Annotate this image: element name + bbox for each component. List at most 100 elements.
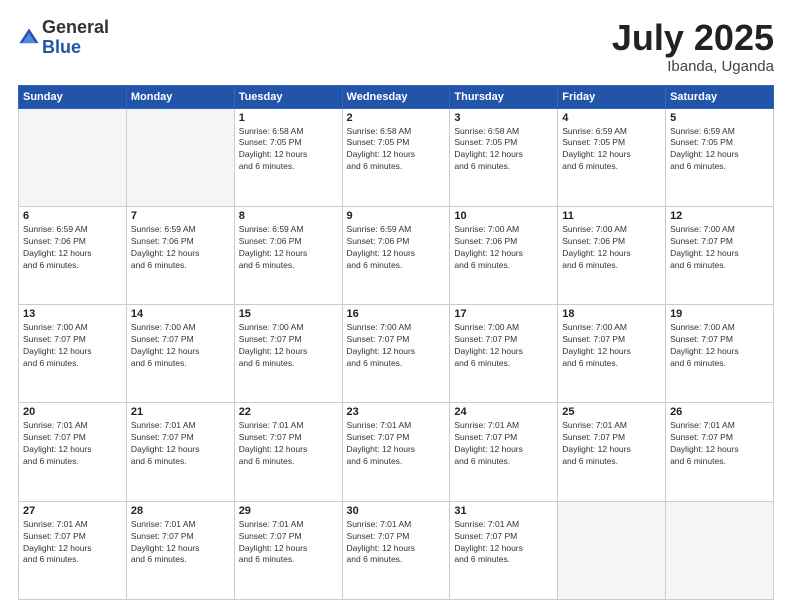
- day-number: 17: [454, 308, 553, 320]
- day-info: Sunrise: 6:58 AM Sunset: 7:05 PM Dayligh…: [239, 126, 338, 174]
- day-info: Sunrise: 7:00 AM Sunset: 7:07 PM Dayligh…: [131, 322, 230, 370]
- header: General Blue July 2025 Ibanda, Uganda: [18, 18, 774, 75]
- table-row: 1 Sunrise: 6:58 AM Sunset: 7:05 PM Daylig…: [234, 108, 342, 206]
- day-info: Sunrise: 7:00 AM Sunset: 7:07 PM Dayligh…: [454, 322, 553, 370]
- logo-text: General Blue: [42, 18, 109, 58]
- day-info: Sunrise: 6:59 AM Sunset: 7:06 PM Dayligh…: [239, 224, 338, 272]
- table-row: [666, 501, 774, 599]
- day-number: 9: [347, 210, 446, 222]
- calendar-week-row: 1 Sunrise: 6:58 AM Sunset: 7:05 PM Daylig…: [19, 108, 774, 206]
- table-row: 3 Sunrise: 6:58 AM Sunset: 7:05 PM Daylig…: [450, 108, 558, 206]
- title-block: July 2025 Ibanda, Uganda: [612, 18, 774, 75]
- day-number: 13: [23, 308, 122, 320]
- table-row: 24 Sunrise: 7:01 AM Sunset: 7:07 PM Dayli…: [450, 403, 558, 501]
- col-saturday: Saturday: [666, 85, 774, 108]
- day-number: 26: [670, 406, 769, 418]
- day-info: Sunrise: 7:01 AM Sunset: 7:07 PM Dayligh…: [562, 420, 661, 468]
- day-info: Sunrise: 7:00 AM Sunset: 7:07 PM Dayligh…: [23, 322, 122, 370]
- day-info: Sunrise: 7:01 AM Sunset: 7:07 PM Dayligh…: [454, 519, 553, 567]
- month-title: July 2025: [612, 18, 774, 58]
- table-row: 31 Sunrise: 7:01 AM Sunset: 7:07 PM Dayli…: [450, 501, 558, 599]
- table-row: 26Sunrise: 7:01 AM Sunset: 7:07 PM Dayli…: [666, 403, 774, 501]
- table-row: 11 Sunrise: 7:00 AM Sunset: 7:06 PM Dayli…: [558, 206, 666, 304]
- table-row: 14Sunrise: 7:00 AM Sunset: 7:07 PM Dayli…: [126, 305, 234, 403]
- day-number: 10: [454, 210, 553, 222]
- table-row: 4 Sunrise: 6:59 AM Sunset: 7:05 PM Daylig…: [558, 108, 666, 206]
- table-row: [19, 108, 127, 206]
- table-row: 20Sunrise: 7:01 AM Sunset: 7:07 PM Dayli…: [19, 403, 127, 501]
- col-monday: Monday: [126, 85, 234, 108]
- day-info: Sunrise: 6:58 AM Sunset: 7:05 PM Dayligh…: [454, 126, 553, 174]
- day-info: Sunrise: 7:01 AM Sunset: 7:07 PM Dayligh…: [23, 519, 122, 567]
- day-number: 30: [347, 505, 446, 517]
- day-info: Sunrise: 6:59 AM Sunset: 7:06 PM Dayligh…: [23, 224, 122, 272]
- day-number: 18: [562, 308, 661, 320]
- table-row: 2 Sunrise: 6:58 AM Sunset: 7:05 PM Daylig…: [342, 108, 450, 206]
- table-row: 6Sunrise: 6:59 AM Sunset: 7:06 PM Daylig…: [19, 206, 127, 304]
- table-row: 12 Sunrise: 7:00 AM Sunset: 7:07 PM Dayli…: [666, 206, 774, 304]
- logo-blue: Blue: [42, 37, 81, 57]
- day-info: Sunrise: 7:00 AM Sunset: 7:06 PM Dayligh…: [454, 224, 553, 272]
- location-subtitle: Ibanda, Uganda: [612, 58, 774, 75]
- day-info: Sunrise: 7:01 AM Sunset: 7:07 PM Dayligh…: [347, 420, 446, 468]
- day-info: Sunrise: 6:59 AM Sunset: 7:06 PM Dayligh…: [131, 224, 230, 272]
- table-row: 19 Sunrise: 7:00 AM Sunset: 7:07 PM Dayli…: [666, 305, 774, 403]
- day-number: 15: [239, 308, 338, 320]
- day-number: 24: [454, 406, 553, 418]
- calendar-week-row: 13 Sunrise: 7:00 AM Sunset: 7:07 PM Dayli…: [19, 305, 774, 403]
- day-number: 12: [670, 210, 769, 222]
- day-info: Sunrise: 7:00 AM Sunset: 7:07 PM Dayligh…: [670, 224, 769, 272]
- calendar-header-row: Sunday Monday Tuesday Wednesday Thursday…: [19, 85, 774, 108]
- col-wednesday: Wednesday: [342, 85, 450, 108]
- day-number: 27: [23, 505, 122, 517]
- table-row: 29 Sunrise: 7:01 AM Sunset: 7:07 PM Dayli…: [234, 501, 342, 599]
- table-row: 17 Sunrise: 7:00 AM Sunset: 7:07 PM Dayli…: [450, 305, 558, 403]
- day-info: Sunrise: 7:01 AM Sunset: 7:07 PM Dayligh…: [23, 420, 122, 468]
- day-info: Sunrise: 6:59 AM Sunset: 7:05 PM Dayligh…: [562, 126, 661, 174]
- table-row: 13 Sunrise: 7:00 AM Sunset: 7:07 PM Dayli…: [19, 305, 127, 403]
- table-row: 8 Sunrise: 6:59 AM Sunset: 7:06 PM Daylig…: [234, 206, 342, 304]
- day-info: Sunrise: 7:01 AM Sunset: 7:07 PM Dayligh…: [131, 420, 230, 468]
- calendar-week-row: 6Sunrise: 6:59 AM Sunset: 7:06 PM Daylig…: [19, 206, 774, 304]
- day-number: 19: [670, 308, 769, 320]
- table-row: 7 Sunrise: 6:59 AM Sunset: 7:06 PM Daylig…: [126, 206, 234, 304]
- day-number: 7: [131, 210, 230, 222]
- day-info: Sunrise: 7:01 AM Sunset: 7:07 PM Dayligh…: [131, 519, 230, 567]
- day-info: Sunrise: 7:00 AM Sunset: 7:07 PM Dayligh…: [239, 322, 338, 370]
- day-info: Sunrise: 7:00 AM Sunset: 7:07 PM Dayligh…: [670, 322, 769, 370]
- day-number: 3: [454, 112, 553, 124]
- day-info: Sunrise: 7:00 AM Sunset: 7:07 PM Dayligh…: [347, 322, 446, 370]
- table-row: 9 Sunrise: 6:59 AM Sunset: 7:06 PM Daylig…: [342, 206, 450, 304]
- col-thursday: Thursday: [450, 85, 558, 108]
- day-number: 2: [347, 112, 446, 124]
- day-info: Sunrise: 7:01 AM Sunset: 7:07 PM Dayligh…: [239, 420, 338, 468]
- table-row: [558, 501, 666, 599]
- table-row: [126, 108, 234, 206]
- day-number: 4: [562, 112, 661, 124]
- day-number: 25: [562, 406, 661, 418]
- day-info: Sunrise: 7:00 AM Sunset: 7:06 PM Dayligh…: [562, 224, 661, 272]
- table-row: 25 Sunrise: 7:01 AM Sunset: 7:07 PM Dayli…: [558, 403, 666, 501]
- table-row: 21 Sunrise: 7:01 AM Sunset: 7:07 PM Dayli…: [126, 403, 234, 501]
- day-number: 23: [347, 406, 446, 418]
- day-number: 21: [131, 406, 230, 418]
- table-row: 23 Sunrise: 7:01 AM Sunset: 7:07 PM Dayli…: [342, 403, 450, 501]
- table-row: 15 Sunrise: 7:00 AM Sunset: 7:07 PM Dayli…: [234, 305, 342, 403]
- day-info: Sunrise: 6:59 AM Sunset: 7:06 PM Dayligh…: [347, 224, 446, 272]
- table-row: 30Sunrise: 7:01 AM Sunset: 7:07 PM Dayli…: [342, 501, 450, 599]
- calendar-week-row: 27 Sunrise: 7:01 AM Sunset: 7:07 PM Dayli…: [19, 501, 774, 599]
- day-info: Sunrise: 7:01 AM Sunset: 7:07 PM Dayligh…: [454, 420, 553, 468]
- logo-icon: [18, 27, 40, 49]
- table-row: 18Sunrise: 7:00 AM Sunset: 7:07 PM Dayli…: [558, 305, 666, 403]
- day-number: 31: [454, 505, 553, 517]
- day-number: 16: [347, 308, 446, 320]
- logo: General Blue: [18, 18, 109, 58]
- table-row: 27 Sunrise: 7:01 AM Sunset: 7:07 PM Dayli…: [19, 501, 127, 599]
- day-number: 11: [562, 210, 661, 222]
- logo-general: General: [42, 17, 109, 37]
- day-number: 29: [239, 505, 338, 517]
- day-info: Sunrise: 6:58 AM Sunset: 7:05 PM Dayligh…: [347, 126, 446, 174]
- day-number: 1: [239, 112, 338, 124]
- day-info: Sunrise: 7:01 AM Sunset: 7:07 PM Dayligh…: [239, 519, 338, 567]
- day-number: 8: [239, 210, 338, 222]
